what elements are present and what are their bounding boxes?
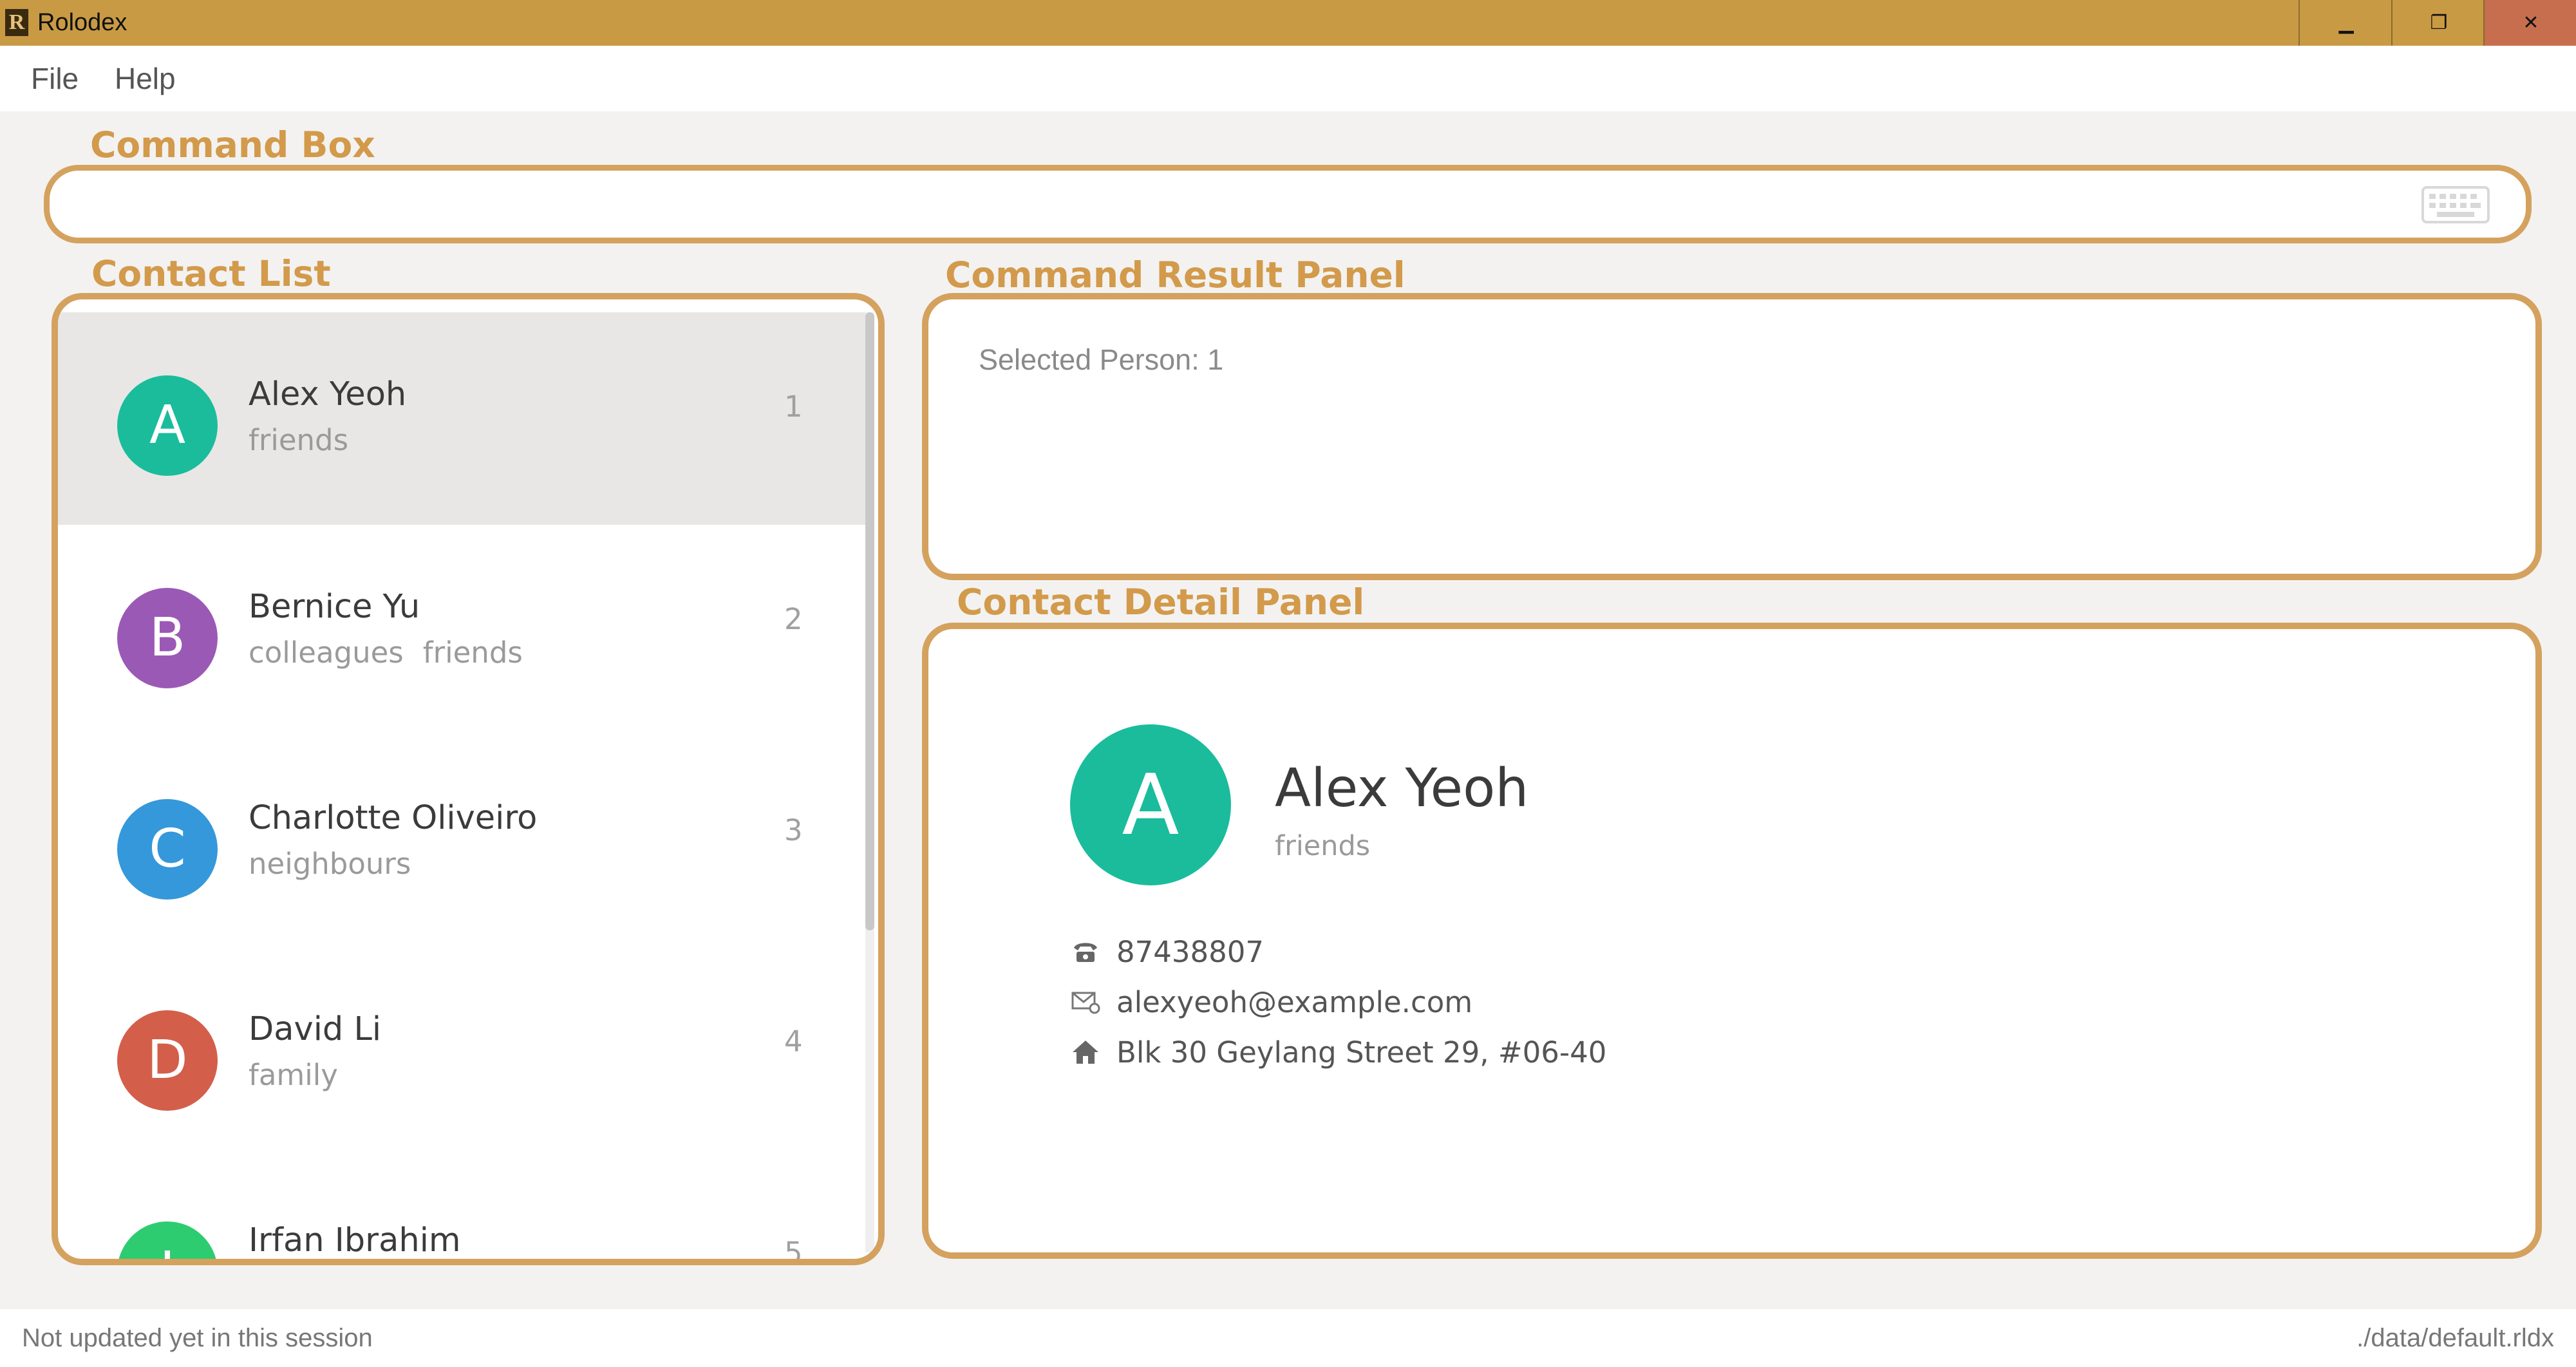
command-box-label: Command Box xyxy=(90,124,375,165)
contact-avatar: C xyxy=(117,799,218,900)
menu-bar: File Help xyxy=(0,46,2576,111)
detail-address: Blk 30 Geylang Street 29, #06-40 xyxy=(1116,1035,1607,1070)
contact-tag: family xyxy=(249,1058,338,1092)
window-title: Rolodex xyxy=(37,9,127,36)
restore-button[interactable]: ❐ xyxy=(2391,0,2485,46)
detail-name: Alex Yeoh xyxy=(1275,758,1529,819)
contact-name: Alex Yeoh xyxy=(249,375,407,413)
app-logo-icon: R xyxy=(5,9,28,36)
contact-name: Bernice Yu xyxy=(249,588,420,626)
home-icon xyxy=(1073,1041,1098,1064)
contact-name: Charlotte Oliveiro xyxy=(249,799,538,837)
detail-email-row: alexyeoh@example.com xyxy=(1070,983,1472,1022)
contact-avatar: B xyxy=(117,588,218,688)
contact-detail-panel: A Alex Yeoh friends 87438807 alexyeoh@ex… xyxy=(922,623,2542,1259)
contact-tags: colleagues friends xyxy=(249,636,542,670)
contact-card[interactable]: A Alex Yeoh friends 1 xyxy=(58,312,865,525)
email-icon xyxy=(1071,992,1100,1014)
minimize-button[interactable]: ▁ xyxy=(2299,0,2393,46)
contact-name: David Li xyxy=(249,1010,382,1048)
contact-avatar: I xyxy=(117,1221,218,1259)
contact-name: Irfan Ibrahim xyxy=(249,1221,461,1259)
contact-card[interactable]: D David Li family 4 xyxy=(58,947,865,1160)
title-bar: R Rolodex ▁ ❐ ✕ xyxy=(0,0,2576,46)
contact-card[interactable]: I Irfan Ibrahim 5 xyxy=(58,1158,865,1265)
command-box xyxy=(44,165,2532,243)
contact-index: 1 xyxy=(784,390,803,424)
minimize-icon: ▁ xyxy=(2338,12,2354,34)
contact-tags: family xyxy=(249,1058,357,1092)
detail-avatar: A xyxy=(1070,724,1231,885)
contact-index: 5 xyxy=(784,1236,803,1265)
contact-tag: friends xyxy=(422,636,523,670)
phone-icon xyxy=(1074,943,1097,962)
contact-card[interactable]: C Charlotte Oliveiro neighbours 3 xyxy=(58,736,865,948)
result-panel-label: Command Result Panel xyxy=(945,254,1406,296)
close-button[interactable]: ✕ xyxy=(2483,0,2576,46)
contact-index: 4 xyxy=(784,1024,803,1059)
close-icon: ✕ xyxy=(2523,12,2539,34)
contact-list[interactable]: A Alex Yeoh friends 1 B Bernice Yu colleagues f… xyxy=(52,293,885,1265)
detail-email: alexyeoh@example.com xyxy=(1116,985,1473,1019)
detail-tag: friends xyxy=(1275,830,1371,862)
detail-panel-label: Contact Detail Panel xyxy=(957,581,1365,623)
menu-file[interactable]: File xyxy=(31,46,79,111)
detail-address-row: Blk 30 Geylang Street 29, #06-40 xyxy=(1070,1033,1606,1072)
menu-help[interactable]: Help xyxy=(115,46,176,111)
command-result-panel: Selected Person: 1 xyxy=(922,293,2542,580)
contact-avatar: D xyxy=(117,1010,218,1111)
keyboard-icon[interactable] xyxy=(2421,186,2490,223)
detail-phone-row: 87438807 xyxy=(1070,933,1264,972)
contact-list-label: Contact List xyxy=(91,253,331,294)
sync-status: Not updated yet in this session xyxy=(22,1324,373,1352)
contact-card[interactable]: B Bernice Yu colleagues friends 2 xyxy=(58,525,865,737)
contact-index: 3 xyxy=(784,813,803,847)
restore-icon: ❐ xyxy=(2430,12,2448,34)
status-bar: Not updated yet in this session ./data/d… xyxy=(0,1309,2576,1367)
contact-tag: colleagues xyxy=(249,636,404,670)
scrollbar-thumb[interactable] xyxy=(865,312,874,930)
contact-tag: neighbours xyxy=(249,847,411,881)
contact-tags: friends xyxy=(249,423,368,457)
command-input[interactable] xyxy=(75,171,2396,239)
result-text: Selected Person: 1 xyxy=(979,343,1224,376)
save-location: ./data/default.rldx xyxy=(2356,1324,2554,1352)
contact-index: 2 xyxy=(784,602,803,636)
contact-avatar: A xyxy=(117,375,218,476)
detail-phone: 87438807 xyxy=(1116,935,1264,969)
contact-tag: friends xyxy=(249,423,349,457)
contact-tags: neighbours xyxy=(249,847,430,881)
contact-list-scrollbar[interactable] xyxy=(865,312,874,1252)
